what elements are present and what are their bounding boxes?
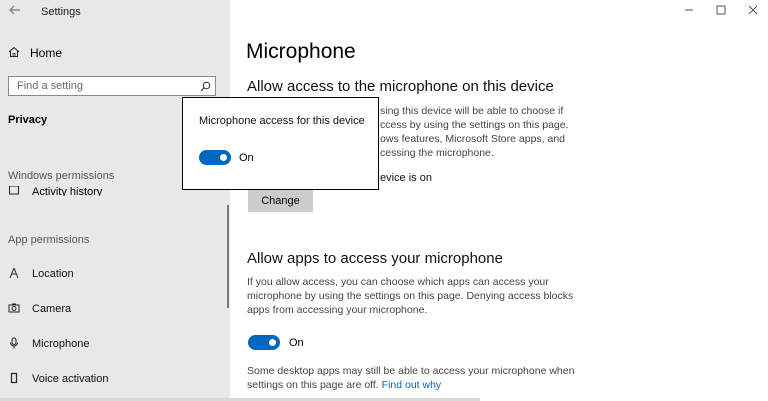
app-permissions-header: App permissions [8,234,90,246]
popup-toggle-row: On [199,150,254,165]
category-heading: Privacy [8,114,48,126]
desktop-apps-note: Some desktop apps may still be able to a… [247,364,582,392]
minimize-icon[interactable] [682,4,696,18]
sidebar-item-location[interactable]: Location [8,266,74,282]
apps-access-toggle-state: On [289,336,304,349]
app-title: Settings [41,6,81,18]
sidebar-scrollbar[interactable] [227,205,229,308]
sidebar-item-voice-activation[interactable]: Voice activation [8,371,108,387]
microphone-icon [8,337,20,352]
home-icon [8,46,20,61]
camera-icon [8,302,20,317]
section-apps-description: If you allow access, you can choose whic… [247,276,574,316]
main-content: Microphone Allow access to the microphon… [230,0,768,401]
microphone-access-popup: Microphone access for this device On [182,97,379,190]
sidebar-item-activity-history[interactable]: Activity history [8,186,208,196]
windows-permissions-header: Windows permissions [8,170,115,182]
location-label: Location [32,268,74,280]
activity-history-label: Activity history [32,186,103,196]
section-device-heading: Allow access to the microphone on this d… [247,78,554,95]
location-icon [8,267,20,282]
popup-title: Microphone access for this device [199,115,365,127]
search-box[interactable] [8,76,216,96]
page-title: Microphone [246,40,356,63]
sidebar: Settings Home Privacy Windows permission… [0,0,230,401]
sidebar-item-microphone[interactable]: Microphone [8,336,89,352]
camera-label: Camera [32,303,72,315]
section-device-description: sing this device will be able to choose … [380,105,569,159]
device-microphone-toggle[interactable] [199,150,231,165]
device-access-status: evice is on [380,172,432,184]
device-microphone-toggle-state: On [239,151,254,164]
home-label: Home [30,46,63,60]
change-button[interactable]: Change [248,190,313,212]
find-out-why-link[interactable]: Find out why [382,379,442,391]
home-nav-item[interactable]: Home [8,44,62,62]
close-icon[interactable] [746,4,760,18]
section-apps-heading: Allow apps to access your microphone [247,250,503,267]
voice-activation-icon [8,372,20,387]
search-icon[interactable] [196,81,215,92]
voice-activation-label: Voice activation [32,373,109,385]
search-input[interactable] [9,80,196,92]
activity-history-icon [8,186,20,196]
apps-access-toggle-row: On [248,335,304,350]
apps-access-toggle[interactable] [248,335,280,350]
sidebar-item-camera[interactable]: Camera [8,301,71,317]
back-arrow-icon[interactable] [8,3,24,19]
microphone-label: Microphone [32,338,90,350]
maximize-icon[interactable] [714,4,728,18]
